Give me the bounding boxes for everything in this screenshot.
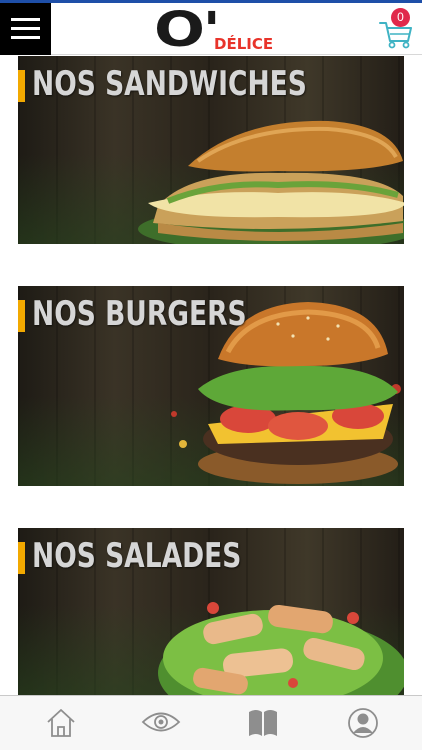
hamburger-menu-button[interactable] <box>0 3 51 55</box>
sandwich-image <box>138 120 404 244</box>
category-card-salades[interactable]: NOS SALADES <box>18 528 404 695</box>
category-list: NOS SANDWICHES NOS BURGERS NOS SALADES <box>0 56 422 695</box>
book-icon <box>249 710 277 736</box>
logo-mark: O' <box>154 2 221 58</box>
title-accent-bar <box>18 542 25 574</box>
category-title: NOS BURGERS <box>32 294 247 334</box>
title-accent-bar <box>18 70 25 102</box>
title-accent-bar <box>18 300 25 332</box>
app-header: O' DÉLICE 0 <box>0 3 422 55</box>
bottom-tab-bar <box>0 695 422 750</box>
home-icon <box>47 709 75 737</box>
tab-home[interactable] <box>10 696 110 751</box>
cart-count-badge: 0 <box>391 8 410 27</box>
eye-icon <box>141 712 181 732</box>
tab-menu-book[interactable] <box>211 696 311 751</box>
tab-profile[interactable] <box>311 696 411 751</box>
brand-logo[interactable]: O' DÉLICE <box>150 4 290 54</box>
cart-button[interactable]: 0 <box>378 8 418 51</box>
category-title: NOS SANDWICHES <box>32 64 307 104</box>
category-card-sandwiches[interactable]: NOS SANDWICHES <box>18 56 404 244</box>
tab-view[interactable] <box>110 696 210 751</box>
menu-bar <box>11 27 40 30</box>
category-card-burgers[interactable]: NOS BURGERS <box>18 286 404 486</box>
menu-bar <box>11 18 40 21</box>
logo-subtext: DÉLICE <box>214 35 274 53</box>
user-profile-icon <box>348 708 378 738</box>
category-title: NOS SALADES <box>32 536 242 576</box>
salad-image <box>158 602 404 695</box>
menu-bar <box>11 36 40 39</box>
